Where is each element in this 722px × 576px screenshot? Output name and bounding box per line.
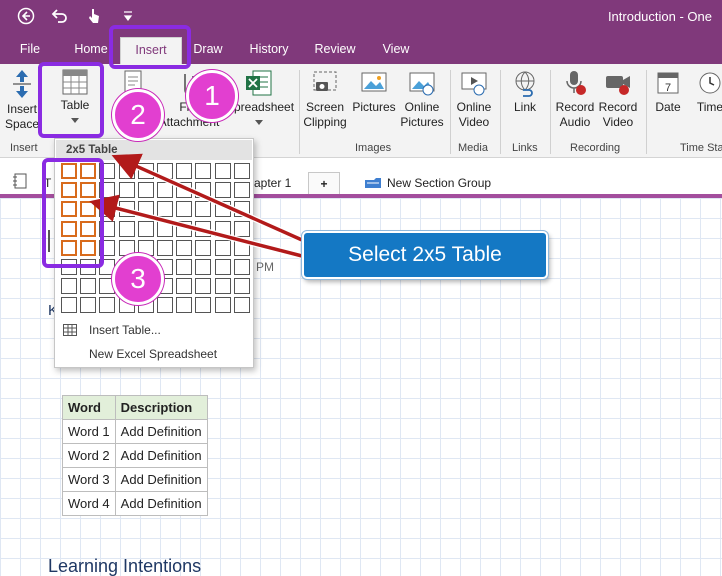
highlight-insert-tab — [109, 25, 191, 69]
step-2-badge: 2 — [112, 89, 164, 141]
highlight-table-button — [38, 62, 104, 138]
step-3-badge: 3 — [112, 253, 164, 305]
step-1-badge: 1 — [186, 70, 238, 122]
highlight-grid-selection — [42, 158, 104, 268]
arrow-to-grid-title — [111, 153, 303, 242]
annotation-arrows — [89, 153, 304, 259]
select-table-callout: Select 2x5 Table — [302, 231, 548, 279]
